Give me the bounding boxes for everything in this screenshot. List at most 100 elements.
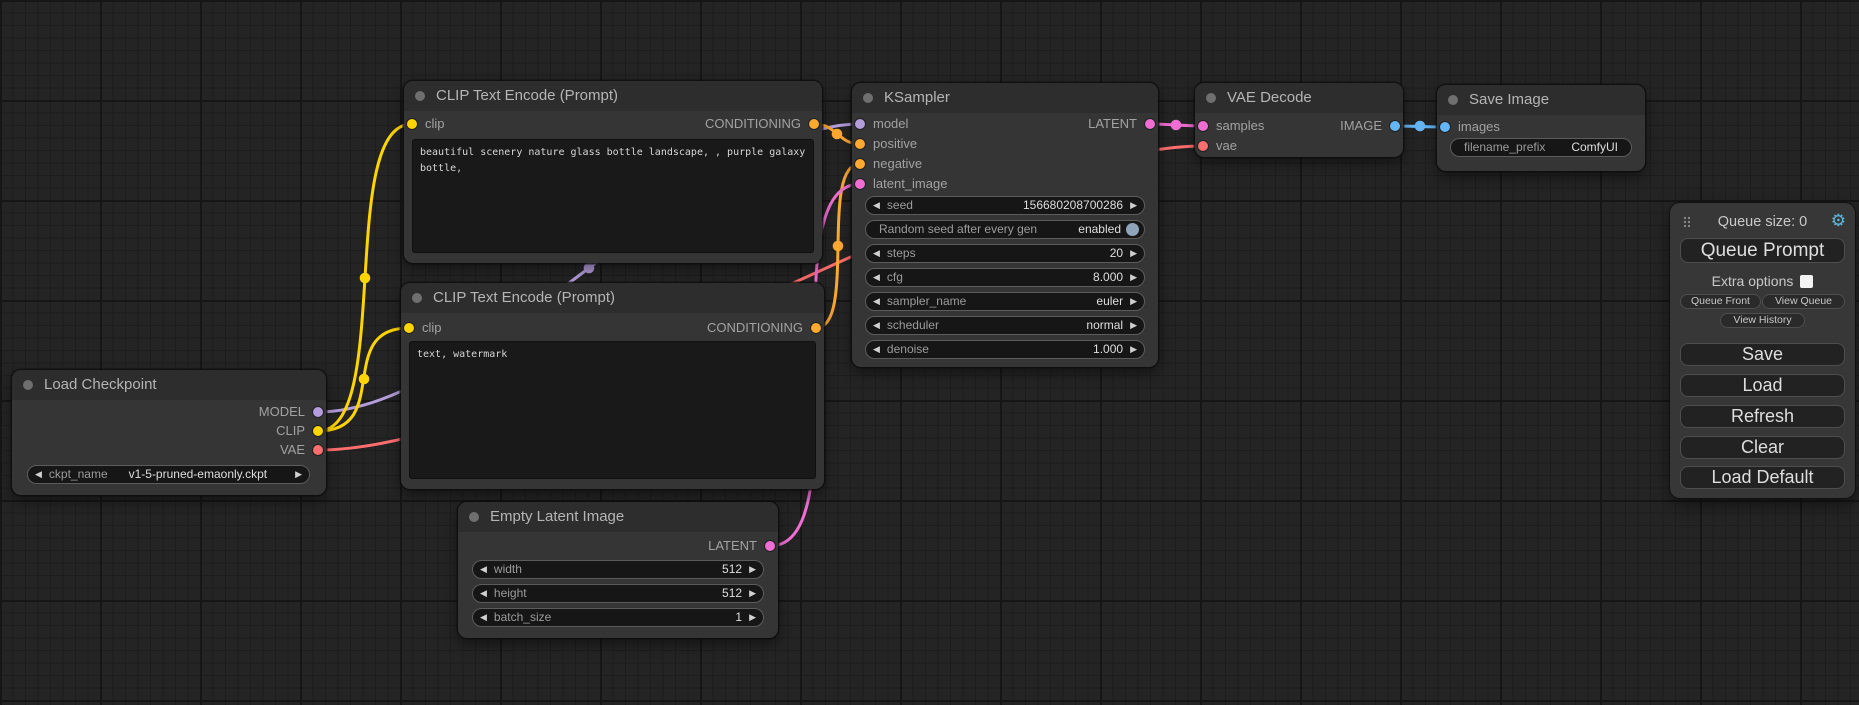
extra-options-row: Extra options [1670, 273, 1855, 289]
ckpt-name-widget[interactable]: ◀ ckpt_name v1-5-pruned-emaonly.ckpt ▶ [27, 465, 310, 484]
input-positive: positive [852, 134, 1158, 154]
collapse-dot-icon[interactable] [415, 91, 425, 101]
conditioning-port-icon[interactable] [855, 139, 865, 149]
seed-widget[interactable]: ◀ seed 156680208700286 ▶ [865, 196, 1145, 215]
arrow-right-icon[interactable]: ▶ [1123, 197, 1144, 214]
steps-widget[interactable]: ◀ steps 20 ▶ [865, 244, 1145, 263]
arrow-right-icon[interactable]: ▶ [1123, 269, 1144, 286]
collapse-dot-icon[interactable] [412, 293, 422, 303]
node-title-bar[interactable]: VAE Decode [1195, 83, 1403, 113]
arrow-left-icon[interactable]: ◀ [866, 341, 887, 358]
node-clip-text-encode-negative[interactable]: CLIP Text Encode (Prompt) clip CONDITION… [401, 283, 824, 489]
link-conditioning-negative-dot [833, 241, 844, 252]
arrow-left-icon[interactable]: ◀ [866, 197, 887, 214]
toggle-icon[interactable] [1126, 223, 1139, 236]
node-vae-decode[interactable]: VAE Decode samples IMAGE vae [1195, 83, 1403, 157]
vae-port-icon[interactable] [313, 445, 323, 455]
arrow-right-icon[interactable]: ▶ [1123, 317, 1144, 334]
arrow-left-icon[interactable]: ◀ [866, 245, 887, 262]
node-save-image[interactable]: Save Image images filename_prefix ComfyU… [1437, 85, 1645, 171]
output-clip: CLIP [12, 421, 326, 441]
load-default-button[interactable]: Load Default [1680, 466, 1845, 489]
refresh-button[interactable]: Refresh [1680, 405, 1845, 428]
queue-front-button[interactable]: Queue Front [1680, 294, 1761, 309]
extra-options-checkbox[interactable] [1800, 275, 1813, 288]
widget-label: sampler_name [887, 293, 966, 310]
latent-port-icon[interactable] [1145, 119, 1155, 129]
node-title: Save Image [1469, 91, 1549, 108]
collapse-dot-icon[interactable] [469, 512, 479, 522]
batch-size-widget[interactable]: ◀ batch_size 1 ▶ [472, 608, 764, 627]
cfg-widget[interactable]: ◀ cfg 8.000 ▶ [865, 268, 1145, 287]
comfyui-canvas[interactable]: { "colors": { "model": "#B39DDB", "clip"… [0, 0, 1859, 705]
arrow-right-icon[interactable]: ▶ [742, 585, 763, 602]
image-port-icon[interactable] [1390, 121, 1400, 131]
arrow-left-icon[interactable]: ◀ [473, 609, 494, 626]
input-label: vae [1216, 138, 1237, 153]
node-empty-latent-image[interactable]: Empty Latent Image LATENT ◀ width 512 ▶ … [458, 502, 778, 638]
widget-value: ComfyUI [1571, 139, 1618, 156]
node-title-bar[interactable]: CLIP Text Encode (Prompt) [404, 81, 822, 111]
node-title-bar[interactable]: Empty Latent Image [458, 502, 778, 532]
negative-prompt-textarea[interactable]: text, watermark [409, 341, 816, 479]
node-title-bar[interactable]: Load Checkpoint [12, 370, 326, 400]
arrow-right-icon[interactable]: ▶ [1123, 245, 1144, 262]
link-clip-positive-dot [360, 273, 371, 284]
load-button[interactable]: Load [1680, 374, 1845, 397]
widget-value: 512 [722, 585, 742, 602]
output-label: IMAGE [1340, 118, 1382, 133]
output-conditioning: CONDITIONING [404, 114, 822, 134]
node-clip-text-encode-positive[interactable]: CLIP Text Encode (Prompt) clip CONDITION… [404, 81, 822, 263]
link-image-dot [1415, 121, 1426, 132]
arrow-left-icon[interactable]: ◀ [866, 269, 887, 286]
node-title-bar[interactable]: KSampler [852, 83, 1158, 113]
arrow-left-icon[interactable]: ◀ [866, 317, 887, 334]
node-title-bar[interactable]: CLIP Text Encode (Prompt) [401, 283, 824, 313]
output-vae: VAE [12, 440, 326, 460]
arrow-left-icon[interactable]: ◀ [866, 293, 887, 310]
node-title-bar[interactable]: Save Image [1437, 85, 1645, 115]
link-clip-negative-dot [359, 374, 370, 385]
random-seed-widget[interactable]: Random seed after every gen enabled [865, 220, 1145, 239]
output-label: LATENT [1088, 116, 1137, 131]
arrow-right-icon[interactable]: ▶ [742, 561, 763, 578]
conditioning-port-icon[interactable] [855, 159, 865, 169]
model-port-icon[interactable] [313, 407, 323, 417]
scheduler-widget[interactable]: ◀ scheduler normal ▶ [865, 316, 1145, 335]
arrow-left-icon[interactable]: ◀ [473, 585, 494, 602]
widget-label: denoise [887, 341, 929, 358]
latent-port-icon[interactable] [765, 541, 775, 551]
arrow-left-icon[interactable]: ◀ [473, 561, 494, 578]
settings-gear-icon[interactable]: ⚙ [1831, 211, 1846, 231]
view-history-button[interactable]: View History [1720, 313, 1805, 328]
filename-prefix-widget[interactable]: filename_prefix ComfyUI [1450, 138, 1632, 157]
collapse-dot-icon[interactable] [23, 380, 33, 390]
link-model-dot [584, 263, 595, 274]
widget-value: normal [1086, 317, 1123, 334]
collapse-dot-icon[interactable] [1206, 93, 1216, 103]
queue-prompt-button[interactable]: Queue Prompt [1680, 238, 1845, 263]
arrow-right-icon[interactable]: ▶ [1123, 293, 1144, 310]
sampler-name-widget[interactable]: ◀ sampler_name euler ▶ [865, 292, 1145, 311]
node-load-checkpoint[interactable]: Load Checkpoint MODEL CLIP VAE ◀ ckpt_na… [12, 370, 326, 495]
conditioning-port-icon[interactable] [809, 119, 819, 129]
view-queue-button[interactable]: View Queue [1762, 294, 1845, 309]
collapse-dot-icon[interactable] [863, 93, 873, 103]
vae-port-icon[interactable] [1198, 141, 1208, 151]
arrow-right-icon[interactable]: ▶ [1123, 341, 1144, 358]
width-widget[interactable]: ◀ width 512 ▶ [472, 560, 764, 579]
denoise-widget[interactable]: ◀ denoise 1.000 ▶ [865, 340, 1145, 359]
clip-port-icon[interactable] [313, 426, 323, 436]
clear-button[interactable]: Clear [1680, 436, 1845, 459]
image-port-icon[interactable] [1440, 122, 1450, 132]
arrow-right-icon[interactable]: ▶ [288, 466, 309, 483]
latent-port-icon[interactable] [855, 179, 865, 189]
save-button[interactable]: Save [1680, 343, 1845, 366]
collapse-dot-icon[interactable] [1448, 95, 1458, 105]
arrow-right-icon[interactable]: ▶ [742, 609, 763, 626]
arrow-left-icon[interactable]: ◀ [28, 466, 49, 483]
positive-prompt-textarea[interactable]: beautiful scenery nature glass bottle la… [412, 139, 814, 253]
node-ksampler[interactable]: KSampler model LATENT positive negative … [852, 83, 1158, 367]
conditioning-port-icon[interactable] [811, 323, 821, 333]
height-widget[interactable]: ◀ height 512 ▶ [472, 584, 764, 603]
